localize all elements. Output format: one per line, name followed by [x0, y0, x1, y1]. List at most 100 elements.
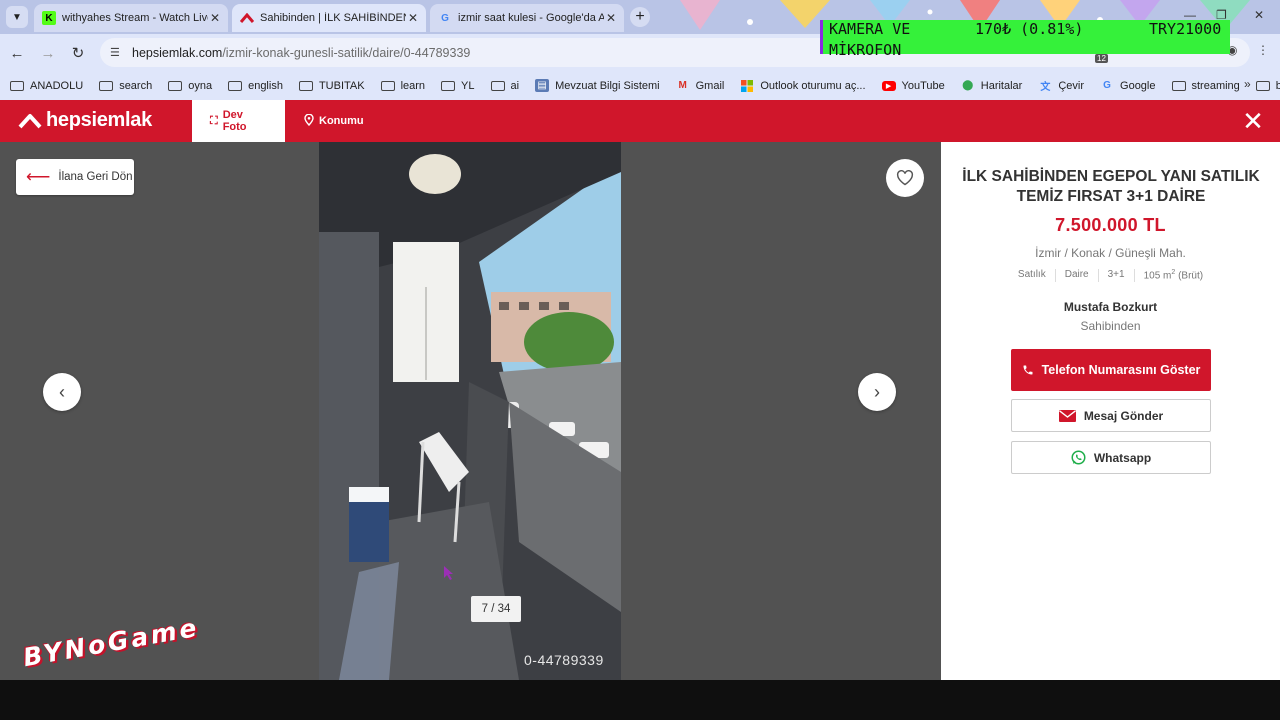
youtube-icon: ▶: [881, 80, 896, 91]
listing-price: 7.500.000 TL: [1055, 215, 1166, 235]
stream-overlay: KAMERA VE MİKROFON 170₺ (0.81%) TRY21000: [820, 20, 1230, 59]
folder-icon: [1255, 80, 1270, 92]
folder-icon: [168, 80, 183, 92]
hepsiemlak-logo[interactable]: hepsiemlak: [18, 109, 152, 132]
tab-google[interactable]: G izmir saat kulesi - Google'da Ar ✕: [430, 4, 624, 32]
owner-name: Mustafa Bozkurt: [1063, 300, 1158, 314]
bookmark-search[interactable]: search: [99, 80, 152, 92]
previous-photo-button[interactable]: ‹: [43, 373, 81, 411]
location-pin-icon: [304, 113, 314, 129]
bookmark-oyna[interactable]: oyna: [168, 80, 212, 92]
expand-icon: ⛶: [210, 114, 218, 127]
listing-meta: Satılık Daire 3+1 105 m2 (Brüt): [941, 269, 1280, 282]
listing-title: İLK SAHİBİNDEN EGEPOL YANI SATILIK TEMİZ…: [962, 168, 1260, 205]
bookmark-youtube[interactable]: ▶ YouTube: [881, 80, 945, 92]
mouse-cursor-icon: [444, 566, 453, 580]
reload-icon[interactable]: ↻: [67, 42, 89, 64]
favorite-heart-button[interactable]: [886, 159, 924, 197]
menu-icon[interactable]: ⋮: [1257, 43, 1269, 57]
bookmark-maps[interactable]: ⬤ Haritalar: [961, 80, 1022, 92]
whatsapp-icon: [1071, 450, 1086, 465]
roof-icon: [18, 113, 42, 128]
window-close-icon[interactable]: ✕: [1254, 8, 1264, 22]
translate-icon: 文: [1040, 82, 1051, 93]
bookmarks-bar: ANADOLU search oyna english TUBITAK lear…: [0, 71, 1280, 100]
whatsapp-button[interactable]: Whatsapp: [1011, 441, 1211, 474]
mail-icon: [1058, 409, 1076, 422]
bookmark-translate[interactable]: 文 Çevir: [1038, 80, 1084, 94]
balcony-photo: [319, 142, 621, 680]
bookmark-anadolu[interactable]: ANADOLU: [10, 80, 83, 92]
back-arrow-icon[interactable]: ←: [6, 42, 28, 64]
close-icon[interactable]: ✕: [1240, 108, 1266, 134]
heart-icon: [896, 170, 914, 186]
tab-title: izmir saat kulesi - Google'da Ar: [458, 12, 604, 24]
url-path: /izmir-konak-gunesli-satilik/daire/0-447…: [222, 45, 471, 60]
meta-rooms: 3+1: [1107, 269, 1125, 280]
folder-icon: [298, 80, 313, 92]
folder-icon: [490, 80, 505, 92]
listing-id-watermark: 0-44789339: [524, 652, 604, 668]
listing-info-panel: İLK SAHİBİNDEN EGEPOL YANI SATILIK TEMİZ…: [941, 142, 1280, 680]
listing-location: İzmir / Konak / Güneşli Mah.: [1035, 246, 1186, 260]
meta-type: Satılık: [1017, 269, 1046, 280]
site-header: hepsiemlak ⛶ Dev Foto Konumu ✕: [0, 100, 1280, 142]
google-logo-icon: G: [441, 12, 449, 24]
forward-arrow-icon[interactable]: →: [37, 42, 59, 64]
bookmark-tubitak[interactable]: TUBITAK: [298, 80, 365, 92]
bookmark-basvur[interactable]: basvur: [1255, 80, 1280, 92]
tab-konumu[interactable]: Konumu: [286, 100, 382, 142]
back-to-listing-button[interactable]: ⟵ İlana Geri Dön: [16, 159, 134, 195]
new-tab-button[interactable]: +: [630, 7, 650, 27]
folder-icon: [441, 80, 456, 92]
microsoft-icon: [740, 79, 754, 92]
tab-title: Sahibinden | İLK SAHİBİNDEN E: [260, 12, 406, 24]
chevron-left-icon: ‹: [59, 381, 65, 402]
bookmark-english[interactable]: english: [228, 80, 283, 92]
chevron-down-icon: ▼: [12, 11, 22, 23]
phone-icon: [1022, 364, 1034, 376]
maps-icon: ⬤: [962, 80, 974, 91]
next-photo-button[interactable]: ›: [858, 373, 896, 411]
show-phone-button[interactable]: Telefon Numarasını Göster: [1011, 349, 1211, 391]
photo-counter: 7 / 34: [471, 596, 521, 622]
google-icon: G: [1103, 80, 1111, 91]
screen: ▼ K withyahes Stream - Watch Live ✕ Sahi…: [0, 0, 1280, 720]
folder-icon: [10, 80, 24, 92]
bookmark-mevzuat[interactable]: ▤ Mevzuat Bilgi Sistemi: [535, 79, 660, 92]
folder-icon: [1171, 80, 1186, 92]
folder-icon: [228, 80, 243, 92]
tab-stream[interactable]: K withyahes Stream - Watch Live ✕: [34, 4, 228, 32]
bookmark-yl[interactable]: YL: [441, 80, 475, 92]
kick-logo-icon: K: [42, 11, 56, 25]
close-tab-icon[interactable]: ✕: [208, 11, 222, 25]
folder-icon: [99, 80, 114, 92]
more-bookmarks-icon[interactable]: »: [1244, 77, 1251, 91]
bookmark-gmail[interactable]: M Gmail: [676, 80, 724, 92]
tab-dev-foto[interactable]: ⛶ Dev Foto: [192, 100, 285, 142]
bookmark-streaming[interactable]: streaming: [1171, 80, 1240, 92]
tab-search-button[interactable]: ▼: [6, 6, 28, 28]
listing-photo[interactable]: [319, 142, 621, 680]
meta-area: 105 m2 (Brüt): [1143, 269, 1204, 282]
tab-sahibinden[interactable]: Sahibinden | İLK SAHİBİNDEN E ✕: [232, 4, 426, 32]
bookmark-ai[interactable]: ai: [490, 80, 519, 92]
chevron-right-icon: ›: [874, 381, 880, 402]
video-bottom-bar: [0, 680, 1280, 720]
url-host: hepsiemlak.com: [132, 45, 223, 60]
mevzuat-icon: ▤: [535, 79, 550, 92]
site-info-icon[interactable]: ☰: [110, 46, 126, 59]
owner-type: Sahibinden: [1080, 319, 1141, 333]
close-tab-icon[interactable]: ✕: [604, 11, 618, 25]
bookmark-google[interactable]: G Google: [1100, 80, 1155, 92]
bookmark-learn[interactable]: learn: [380, 80, 425, 92]
close-tab-icon[interactable]: ✕: [406, 11, 420, 25]
meta-category: Daire: [1064, 269, 1089, 280]
arrow-left-icon: ⟵: [26, 167, 51, 186]
extension-badge[interactable]: 12: [1095, 54, 1108, 63]
photo-gallery: ⟵ İlana Geri Dön ‹ › 7 / 34 0-44789339: [0, 142, 941, 680]
tab-title: withyahes Stream - Watch Live: [62, 12, 208, 24]
bookmark-outlook[interactable]: Outlook oturumu aç...: [740, 79, 866, 92]
send-message-button[interactable]: Mesaj Gönder: [1011, 399, 1211, 432]
folder-icon: [380, 80, 395, 92]
